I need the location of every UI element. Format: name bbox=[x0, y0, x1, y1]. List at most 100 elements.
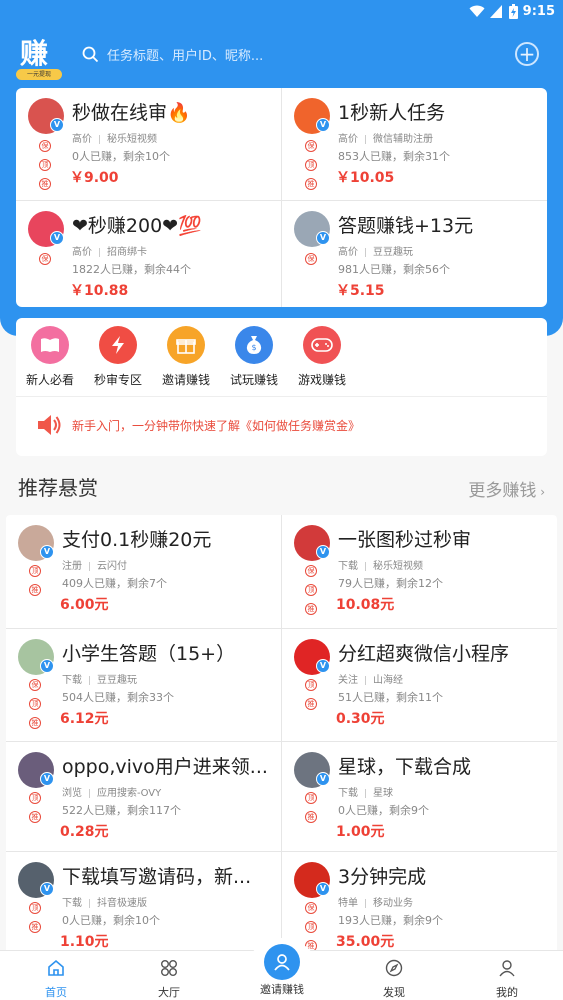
task-card[interactable]: V 顶推支付0.1秒赚20元 注册 云闪付 409人已赚，剩余7个 6.00元 bbox=[6, 515, 281, 628]
task-card[interactable]: V 保 答题赚钱+13元 高价 豆豆趣玩 981人已赚，剩余56个 ￥5.15 bbox=[282, 201, 547, 313]
task-meta: 关注 山海经 bbox=[338, 671, 403, 686]
task-card[interactable]: V 保顶推 1秒新人任务 高价 微信辅助注册 853人已赚，剩余31个 ￥10.05 bbox=[282, 88, 547, 200]
task-price: 0.30元 bbox=[336, 711, 385, 727]
category-item[interactable]: 邀请赚钱 bbox=[152, 326, 220, 388]
task-title: 1秒新人任务 bbox=[338, 102, 446, 124]
task-tag: 下载 bbox=[338, 561, 358, 572]
task-app: 秘乐短视频 bbox=[373, 561, 423, 572]
task-title: 星球，下载合成 bbox=[338, 756, 472, 778]
seal-badge: 顶 bbox=[305, 921, 317, 933]
task-card[interactable]: V 顶推分红超爽微信小程序 关注 山海经 51人已赚，剩余11个 0.30元 bbox=[282, 629, 557, 741]
task-count: 79人已赚，剩余12个 bbox=[338, 577, 443, 590]
task-tag: 浏览 bbox=[62, 788, 82, 799]
seal-badge: 保 bbox=[305, 565, 317, 577]
task-price: 35.00元 bbox=[336, 934, 395, 950]
seal-badge: 推 bbox=[29, 811, 41, 823]
badge-seals: 保 bbox=[305, 253, 319, 272]
category-item[interactable]: 秒审专区 bbox=[84, 326, 152, 388]
seal-badge: 顶 bbox=[305, 792, 317, 804]
task-card[interactable]: V 保顶推小学生答题（15+） 下载 豆豆趣玩 504人已赚，剩余33个 6.12元 bbox=[6, 629, 281, 741]
badge-seals: 保顶推 bbox=[29, 679, 43, 736]
category-item[interactable]: 新人必看 bbox=[16, 326, 84, 388]
task-app: 移动业务 bbox=[373, 898, 413, 909]
tab-discover[interactable]: 发现 bbox=[354, 959, 434, 1000]
task-card[interactable]: V 保顶推一张图秒过秒审 下载 秘乐短视频 79人已赚，剩余12个 10.08元 bbox=[282, 515, 557, 628]
task-app: 云闪付 bbox=[97, 561, 127, 572]
task-count: 0人已赚，剩余9个 bbox=[338, 804, 429, 817]
task-card[interactable]: V 顶推星球，下载合成 下载 星球 0人已赚，剩余9个 1.00元 bbox=[282, 742, 557, 851]
task-meta: 高价 秘乐短视频 bbox=[72, 130, 157, 145]
task-meta: 下载 秘乐短视频 bbox=[338, 557, 423, 572]
task-app: 招商绑卡 bbox=[107, 247, 147, 258]
task-app: 应用搜索-OVY bbox=[97, 788, 162, 799]
task-card[interactable]: V 顶推 oppo,vivo用户进来领... 浏览 应用搜索-OVY 522人已赚，剩余1… bbox=[6, 742, 281, 851]
task-title: oppo,vivo用户进来领... bbox=[62, 756, 268, 778]
category-item[interactable]: $ 试玩赚钱 bbox=[220, 326, 288, 388]
seal-badge: 顶 bbox=[305, 159, 317, 171]
tab-home[interactable]: 首页 bbox=[16, 959, 96, 1000]
task-meta: 下载 星球 bbox=[338, 784, 393, 799]
seal-badge: 推 bbox=[305, 811, 317, 823]
task-card[interactable]: V 保顶推秒做在线审🔥 高价 秘乐短视频 0人已赚，剩余10个 ￥9.00 bbox=[16, 88, 281, 200]
task-count: 193人已赚，剩余9个 bbox=[338, 914, 443, 927]
task-app: 山海经 bbox=[373, 675, 403, 686]
task-meta: 下载 抖音极速版 bbox=[62, 894, 147, 909]
task-meta: 下载 豆豆趣玩 bbox=[62, 671, 137, 686]
tab-hall[interactable]: 大厅 bbox=[129, 959, 209, 1000]
task-tag: 高价 bbox=[338, 247, 358, 258]
task-app: 豆豆趣玩 bbox=[97, 675, 137, 686]
task-card[interactable]: V 保 ❤秒赚200❤💯 高价 招商绑卡 1822人已赚，剩余44个 ￥10.88 bbox=[16, 201, 281, 313]
search-input[interactable]: 任务标题、用户ID、昵称... bbox=[82, 40, 382, 68]
chevron-right-icon: › bbox=[536, 485, 545, 499]
task-title: 分红超爽微信小程序 bbox=[338, 643, 510, 665]
task-tag: 高价 bbox=[72, 247, 92, 258]
task-price: ￥10.05 bbox=[336, 170, 395, 186]
seal-badge: 顶 bbox=[29, 902, 41, 914]
verified-icon: V bbox=[316, 545, 330, 559]
tab-mine-label: 我的 bbox=[496, 986, 518, 999]
task-card[interactable]: V 保顶推 3分钟完成 特单 移动业务 193人已赚，剩余9个 35.00元 bbox=[282, 852, 557, 955]
category-card: 新人必看 秒审专区 邀请赚钱 $ 试玩赚钱 游戏赚钱 新手入门，一分钟带你快速了解《如何做… bbox=[16, 318, 547, 456]
status-bar: 9:15 bbox=[0, 0, 563, 26]
category-item[interactable]: 游戏赚钱 bbox=[288, 326, 356, 388]
app-logo: 赚 一元提现 bbox=[16, 32, 62, 80]
tab-hall-label: 大厅 bbox=[158, 986, 180, 999]
more-link[interactable]: 更多赚钱 › bbox=[468, 476, 545, 501]
compass-icon bbox=[385, 959, 403, 977]
task-title: 下载填写邀请码，新... bbox=[62, 866, 252, 888]
seal-badge: 顶 bbox=[305, 679, 317, 691]
signal-icon bbox=[490, 5, 502, 18]
badge-seals: 保顶推 bbox=[39, 140, 53, 197]
task-price: 10.08元 bbox=[336, 597, 395, 613]
task-price: ￥5.15 bbox=[336, 283, 385, 299]
seal-badge: 保 bbox=[305, 902, 317, 914]
task-count: 522人已赚，剩余117个 bbox=[62, 804, 181, 817]
verified-icon: V bbox=[316, 882, 330, 896]
seal-badge: 推 bbox=[39, 178, 51, 190]
task-app: 豆豆趣玩 bbox=[373, 247, 413, 258]
verified-icon: V bbox=[316, 772, 330, 786]
notice-bar[interactable]: 新手入门，一分钟带你快速了解《如何做任务赚赏金》 bbox=[36, 414, 360, 436]
tab-mine[interactable]: 我的 bbox=[467, 959, 547, 1000]
badge-seals: 顶推 bbox=[29, 565, 43, 603]
verified-icon: V bbox=[50, 231, 64, 245]
task-app: 星球 bbox=[373, 788, 393, 799]
task-tag: 下载 bbox=[62, 898, 82, 909]
category-label: 试玩赚钱 bbox=[229, 373, 278, 387]
task-title: 答题赚钱+13元 bbox=[338, 215, 474, 237]
seal-badge: 保 bbox=[305, 140, 317, 152]
add-icon[interactable]: + bbox=[515, 42, 539, 66]
seal-badge: 顶 bbox=[29, 565, 41, 577]
seal-badge: 顶 bbox=[39, 159, 51, 171]
task-count: 0人已赚，剩余10个 bbox=[62, 914, 160, 927]
task-title: 秒做在线审🔥 bbox=[72, 102, 191, 124]
verified-icon: V bbox=[316, 118, 330, 132]
logo-text: 赚 bbox=[20, 37, 49, 70]
task-app: 秘乐短视频 bbox=[107, 134, 157, 145]
task-card[interactable]: V 顶推下载填写邀请码，新... 下载 抖音极速版 0人已赚，剩余10个 1.10元 bbox=[6, 852, 281, 955]
recommended-list: V 顶推支付0.1秒赚20元 注册 云闪付 409人已赚，剩余7个 6.00元 V 保顶推一张… bbox=[6, 515, 557, 955]
task-count: 981人已赚，剩余56个 bbox=[338, 263, 450, 276]
task-title: 小学生答题（15+） bbox=[62, 643, 236, 665]
seal-badge: 保 bbox=[39, 253, 51, 265]
profile-icon bbox=[499, 960, 515, 977]
